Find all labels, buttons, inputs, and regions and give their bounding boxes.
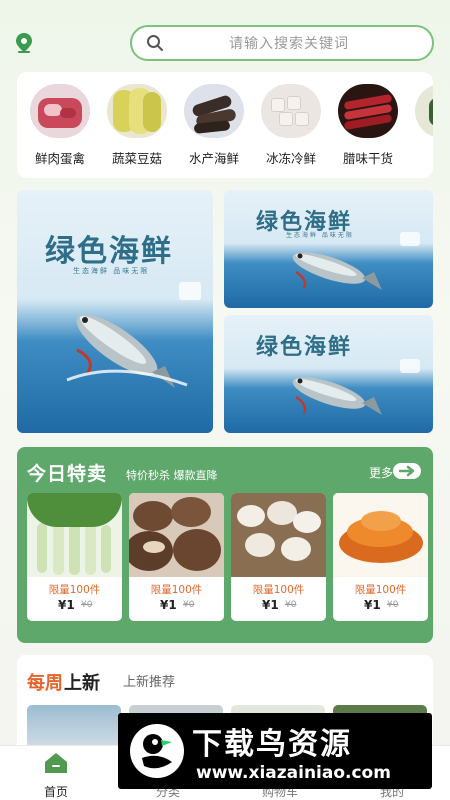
frozen-food-image [261,84,321,138]
deal-item-shiitake[interactable]: 限量100件 ¥1 ¥0 [129,493,224,621]
bird-logo-icon [130,724,184,778]
banner-subtitle: 生态海鲜 品味无限 [73,267,150,275]
deal-item-cordyceps[interactable]: 限量100件 ¥1 ¥0 [333,493,428,621]
watermark-title: 下载鸟资源 [192,727,352,762]
location-icon[interactable] [14,32,34,54]
ice-cube-icon [400,232,420,246]
deal-old-price: ¥0 [285,600,297,610]
tab-home[interactable]: 首页 [26,752,86,800]
search-bar[interactable]: 请输入搜索关键词 [130,25,434,61]
weekly-title-part2: 上新 [64,673,100,694]
more-link[interactable]: 更多 [369,464,393,481]
category-label: 米面 [432,148,433,167]
category-rice-noodles[interactable]: 米面 [414,72,433,178]
specials-subtitle: 特价秒杀 爆款直降 [126,469,218,482]
fish-image [292,377,382,415]
watermark: 下载鸟资源 www.xiazainiao.com [118,713,432,789]
deal-old-price: ¥0 [387,600,399,610]
banner-title: 绿色海鲜 [45,234,173,269]
fish-image [66,314,188,388]
banner-subtitle: 生态海鲜 品味无限 [286,232,354,239]
shiitake-image [129,493,224,577]
lettuce-image [27,493,122,577]
ice-cube-icon [179,282,201,300]
sea-cucumber-image [184,84,244,138]
category-label: 蔬菜豆菇 [111,151,162,166]
top-bar: 请输入搜索关键词 [0,0,450,70]
seafood-banner-top[interactable]: 绿色海鲜 生态海鲜 品味无限 [224,190,433,308]
category-label: 冰冻冷鲜 [265,151,316,166]
search-placeholder: 请输入搜索关键词 [229,36,349,52]
sausage-image [338,84,398,138]
category-label: 腊味干货 [342,151,393,166]
search-icon [147,35,163,51]
seafood-banner-large[interactable]: 绿色海鲜 生态海鲜 品味无限 [17,190,213,433]
category-vegetables[interactable]: 蔬菜豆菇 [106,72,168,178]
deal-old-price: ¥0 [81,600,93,610]
ice-cube-icon [400,359,420,373]
meat-image [30,84,90,138]
banner-title: 绿色海鲜 [256,334,353,360]
watermark-url: www.xiazainiao.com [196,763,391,783]
category-label: 鲜肉蛋禽 [34,151,85,166]
rice-noodle-image [415,84,433,138]
mushroom-image [231,493,326,577]
category-label: 水产海鲜 [188,151,239,166]
deal-limit: 限量100件 [252,584,305,596]
category-seafood[interactable]: 水产海鲜 [183,72,245,178]
deal-price: ¥1 [262,598,279,612]
deal-limit: 限量100件 [150,584,203,596]
category-meat[interactable]: 鲜肉蛋禽 [29,72,91,178]
cabbage-image [107,84,167,138]
category-cured[interactable]: 腊味干货 [337,72,399,178]
daily-specials: 今日特卖 特价秒杀 爆款直降 更多 限量100件 ¥1 ¥0 限量100件 ¥1… [17,447,433,643]
deal-price: ¥1 [160,598,177,612]
tab-label: 首页 [43,785,68,799]
deal-old-price: ¥0 [183,600,195,610]
weekly-subtitle: 上新推荐 [123,675,176,690]
home-icon [45,753,67,773]
deal-item-mushroom[interactable]: 限量100件 ¥1 ¥0 [231,493,326,621]
deal-item-lettuce[interactable]: 限量100件 ¥1 ¥0 [27,493,122,621]
deal-price: ¥1 [58,598,75,612]
deal-limit: 限量100件 [354,584,407,596]
deal-price: ¥1 [364,598,381,612]
category-frozen[interactable]: 冰冻冷鲜 [260,72,322,178]
cordyceps-image [333,493,428,577]
category-strip: 鲜肉蛋禽 蔬菜豆菇 水产海鲜 冰冻冷鲜 腊味干货 [17,72,433,178]
deal-limit: 限量100件 [48,584,101,596]
fish-image [292,252,382,290]
weekly-title-part1: 每周 [27,673,63,694]
specials-title: 今日特卖 [27,463,108,485]
arrow-right-icon[interactable] [393,463,421,479]
seafood-banner-bottom[interactable]: 绿色海鲜 [224,315,433,433]
